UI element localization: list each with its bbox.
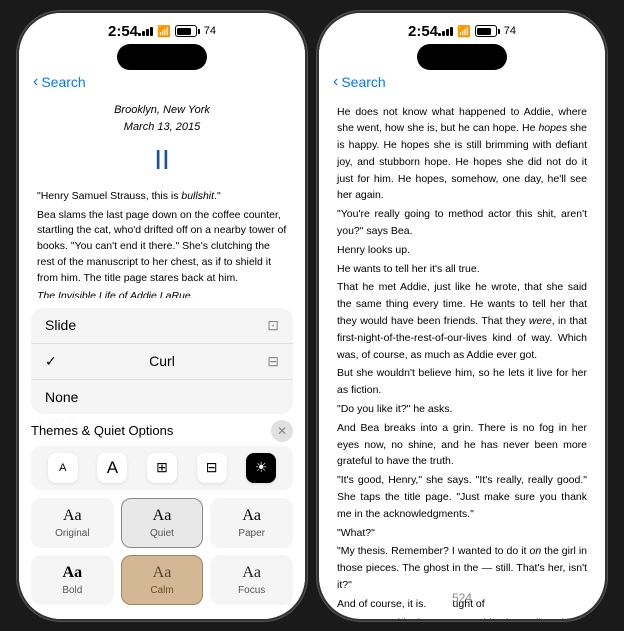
close-button[interactable]: ✕	[271, 420, 293, 442]
left-back-button[interactable]: ‹ Search	[33, 74, 86, 90]
theme-bold[interactable]: Aa Bold	[31, 555, 114, 605]
left-back-label: Search	[41, 74, 85, 90]
book-para-1: "Henry Samuel Strauss, this is bullshit.…	[37, 189, 287, 205]
book-date: March 13, 2015	[37, 119, 287, 136]
font-small-button[interactable]: A	[48, 453, 78, 483]
themes-header: Themes & Quiet Options ✕	[31, 420, 293, 442]
theme-bold-preview: Aa	[63, 564, 83, 582]
left-time: 2:54	[108, 23, 138, 40]
themes-label: Themes & Quiet Options	[31, 423, 173, 438]
right-para-1: He does not know what happened to Addie,…	[337, 104, 587, 205]
left-status-bar: 2:54 📶 74	[88, 13, 236, 44]
right-status-bar: 2:54 📶 74	[388, 13, 536, 44]
right-battery-level: 74	[504, 25, 516, 37]
theme-focus[interactable]: Aa Focus	[210, 555, 293, 605]
battery-level: 74	[204, 25, 216, 37]
right-para-9: "It's good, Henry," she says. "It's real…	[337, 472, 587, 522]
theme-paper-preview: Aa	[242, 507, 261, 525]
right-para-7: "Do you like it?" he asks.	[337, 401, 587, 418]
right-nav-bar: ‹ Search	[319, 72, 605, 96]
right-para-6: But she wouldn't believe him, so he lets…	[337, 365, 587, 399]
theme-quiet-name: Quiet	[150, 528, 174, 539]
book-para-2: Bea slams the last page down on the coff…	[37, 208, 287, 287]
right-book-content: He does not know what happened to Addie,…	[319, 96, 605, 621]
right-back-label: Search	[341, 74, 385, 90]
right-para-3: Henry looks up.	[337, 242, 587, 259]
curl-check: ✓	[45, 353, 57, 370]
left-status-icons: 📶 74	[138, 25, 216, 38]
right-para-13: Henry runs his b his, but relieved and l…	[337, 615, 587, 621]
slide-option-curl[interactable]: ✓ Curl ⊟	[31, 344, 293, 380]
theme-quiet-preview: Aa	[153, 507, 172, 525]
dynamic-island	[117, 44, 207, 70]
left-nav-bar: ‹ Search	[19, 72, 305, 96]
curl-icon: ⊟	[267, 353, 279, 370]
back-chevron-icon: ‹	[33, 74, 38, 90]
theme-grid: Aa Original Aa Quiet Aa Paper Aa Bold Aa	[31, 498, 293, 605]
right-status-icons: 📶 74	[438, 25, 516, 38]
right-para-2: "You're really going to method actor thi…	[337, 206, 587, 240]
right-phone: 2:54 📶 74	[317, 11, 607, 621]
theme-original[interactable]: Aa Original	[31, 498, 114, 548]
font-controls-row: A A ⊞ ⊟ ☀	[31, 446, 293, 490]
theme-original-name: Original	[55, 528, 89, 539]
book-chapter: II	[37, 138, 287, 181]
signal-icon	[138, 26, 153, 36]
slide-label: Slide	[45, 317, 76, 333]
theme-paper-name: Paper	[238, 528, 265, 539]
left-phone: 2:54 📶 74	[17, 11, 307, 621]
right-back-button[interactable]: ‹ Search	[333, 74, 386, 90]
right-battery-icon	[475, 25, 500, 37]
right-time: 2:54	[408, 23, 438, 40]
phones-container: 2:54 📶 74	[17, 11, 607, 621]
right-status-area: 2:54 📶 74	[319, 13, 605, 72]
right-para-8: And Bea breaks into a grin. There is no …	[337, 420, 587, 470]
right-dynamic-island	[417, 44, 507, 70]
theme-paper[interactable]: Aa Paper	[210, 498, 293, 548]
right-para-11: "My thesis. Remember? I wanted to do it …	[337, 543, 587, 593]
left-status-area: 2:54 📶 74	[19, 13, 305, 72]
brightness-icon[interactable]: ☀	[246, 453, 276, 483]
right-para-10: "What?"	[337, 525, 587, 542]
right-signal-icon	[438, 26, 453, 36]
battery-icon	[175, 25, 200, 37]
theme-bold-name: Bold	[62, 585, 82, 596]
book-location: Brooklyn, New York	[37, 102, 287, 119]
curl-label: Curl	[149, 353, 175, 369]
font-large-button[interactable]: A	[97, 453, 127, 483]
right-para-5: That he met Addie, just like he wrote, t…	[337, 279, 587, 363]
slide-options-list: Slide ⊡ ✓ Curl ⊟ None	[31, 308, 293, 414]
none-label: None	[45, 389, 78, 405]
right-back-chevron-icon: ‹	[333, 74, 338, 90]
slide-option-slide[interactable]: Slide ⊡	[31, 308, 293, 344]
right-wifi-icon: 📶	[457, 25, 471, 38]
themes-popup: Slide ⊡ ✓ Curl ⊟ None Themes & Quiet Opt…	[19, 298, 305, 619]
font-align-icon[interactable]: ⊟	[197, 453, 227, 483]
wifi-icon: 📶	[157, 25, 171, 38]
theme-focus-name: Focus	[238, 585, 265, 596]
theme-calm[interactable]: Aa Calm	[121, 555, 204, 605]
theme-calm-name: Calm	[150, 585, 173, 596]
font-style-icon[interactable]: ⊞	[147, 453, 177, 483]
slide-icon: ⊡	[267, 317, 279, 334]
theme-original-preview: Aa	[63, 507, 82, 525]
page-number: 524	[452, 591, 472, 605]
theme-calm-preview: Aa	[153, 564, 172, 582]
slide-option-none[interactable]: None	[31, 380, 293, 414]
theme-focus-preview: Aa	[242, 564, 261, 582]
theme-quiet[interactable]: Aa Quiet	[121, 498, 204, 548]
book-header: Brooklyn, New York March 13, 2015 II	[37, 102, 287, 181]
right-para-4: He wants to tell her it's all true.	[337, 261, 587, 278]
